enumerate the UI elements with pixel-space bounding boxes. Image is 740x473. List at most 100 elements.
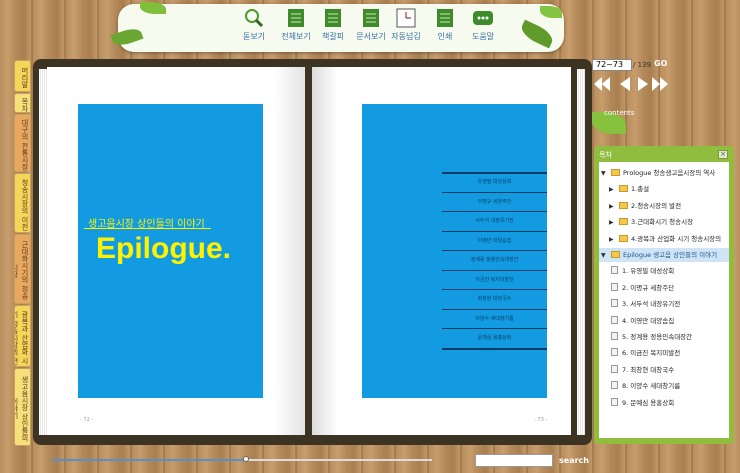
folder-icon	[611, 251, 620, 258]
toc-divider	[442, 250, 547, 251]
chapter-tab[interactable]: 근대화시기의 청송시장	[14, 234, 31, 304]
toc-divider	[442, 328, 547, 329]
folder-icon	[619, 201, 628, 209]
document-icon	[611, 332, 618, 340]
bookmark-button[interactable]: 책갈피	[312, 8, 354, 48]
tree-node-label: 2. 이명규 세창주단	[622, 283, 675, 292]
tree-folder-node[interactable]: ▼ Prologue 청송생고음시장의 역사	[601, 166, 715, 180]
tree-node-label: Prologue 청송생고음시장의 역사	[623, 169, 716, 177]
bookmark-icon	[322, 8, 344, 28]
toc-entry[interactable]: 문예심 용홍상회	[442, 334, 547, 341]
close-panel-button[interactable]: ×	[718, 150, 728, 159]
print-button[interactable]: 인쇄	[424, 8, 466, 48]
page-number-input[interactable]: 72~73	[592, 59, 632, 71]
left-page[interactable]: 생고음시장 상인들의 이야기 Epilogue. - 72 -	[47, 67, 305, 435]
toc-divider	[442, 191, 547, 193]
tree-document-node[interactable]: 5. 정계용 정용민속대장간	[611, 330, 692, 344]
toc-entry[interactable]: 서두석 내장유기전	[442, 217, 547, 224]
next-page-button[interactable]	[638, 77, 648, 91]
toolbar-button-label: 책갈피	[321, 32, 345, 41]
page-slider-fill	[52, 459, 246, 461]
document-icon	[611, 397, 618, 406]
toc-entry[interactable]: 이명규 세창주단	[442, 198, 547, 205]
toc-divider	[442, 211, 547, 212]
tree-node-label: 7. 최창현 대창국수	[622, 365, 675, 374]
toc-panel-title: 목차	[599, 151, 612, 159]
folder-icon	[619, 234, 628, 242]
document-icon	[611, 299, 618, 308]
toc-divider	[442, 289, 547, 290]
tree-folder-node[interactable]: ▼ Epilogue 생고음 상인들의 이야기	[599, 248, 729, 262]
toc-entry[interactable]: 정계용 정용민속대장간	[442, 256, 547, 263]
search-input[interactable]	[475, 454, 553, 467]
toc-entry[interactable]: 유영필 대성상회	[442, 178, 547, 185]
help-icon	[472, 8, 494, 28]
tree-node-label: 6. 이금진 복지미발전	[622, 349, 681, 358]
toc-entry[interactable]: 이양수 새대창기름	[442, 315, 547, 322]
toc-divider	[442, 230, 547, 232]
tree-node-label: 1. 유영필 대성상회	[622, 267, 675, 276]
toc-entry[interactable]: 최창현 대창국수	[442, 295, 547, 302]
collapsed-arrow-icon[interactable]: ▶	[609, 200, 619, 214]
collapsed-arrow-icon[interactable]: ▶	[609, 233, 619, 247]
page-edge-right	[577, 69, 585, 435]
magnifier-button[interactable]: 돋보기	[233, 8, 275, 48]
page-edge-left	[39, 69, 47, 435]
books-button[interactable]: 전체보기	[275, 8, 317, 48]
tree-node-label: 3.근대화시기 청송시장	[631, 218, 694, 227]
first-page-button[interactable]	[594, 77, 614, 91]
document-icon	[611, 364, 618, 373]
subtitle-underline	[84, 228, 211, 229]
expanded-arrow-icon[interactable]: ▼	[601, 167, 611, 181]
chapter-tab[interactable]: 청송시장의 이천	[14, 173, 31, 233]
document-icon	[611, 282, 618, 291]
toc-divider	[442, 269, 547, 271]
toolbar-button-label: 전체보기	[281, 32, 311, 41]
document-icon	[360, 8, 382, 28]
contents-label[interactable]: contents	[604, 109, 634, 117]
tree-document-node[interactable]: 2. 이명규 세창주단	[611, 281, 674, 295]
toc-entry[interactable]: 이영만 대양솜집	[442, 237, 547, 244]
tree-node-label: 3. 서두석 내장유기전	[622, 300, 681, 309]
page-slider-thumb[interactable]	[242, 456, 249, 462]
tree-folder-node[interactable]: ▶ 4.광복과 산업화 시기 청송시장의	[609, 232, 721, 246]
tree-document-node[interactable]: 3. 서두석 내장유기전	[611, 297, 680, 311]
tree-folder-node[interactable]: ▶ 3.근대화시기 청송시장	[609, 215, 693, 229]
tree-document-node[interactable]: 4. 이영만 대양솜집	[611, 314, 674, 328]
last-page-button[interactable]	[652, 77, 672, 91]
toc-divider	[442, 347, 547, 350]
tree-document-node[interactable]: 7. 최창현 대창국수	[611, 363, 674, 377]
prev-page-button[interactable]	[620, 77, 630, 91]
collapsed-arrow-icon[interactable]: ▶	[609, 216, 619, 230]
folder-icon	[619, 218, 628, 226]
tree-folder-node[interactable]: ▶ 1.총설	[609, 182, 649, 196]
go-button[interactable]: GO	[654, 59, 667, 68]
expanded-arrow-icon[interactable]: ▼	[601, 249, 611, 263]
toc-entry[interactable]: 이금진 복지미발전	[442, 276, 547, 283]
toc-tree-panel: 목차 × ▼ Prologue 청송생고음시장의 역사 ▶ 1.총설 ▶ 2.청송시장의 …	[594, 146, 734, 444]
document-icon	[611, 266, 618, 275]
right-page[interactable]: 유영필 대성상회이명규 세창주단서두석 내장유기전이영만 대양솜집정계용 정용민…	[312, 67, 571, 435]
collapsed-arrow-icon[interactable]: ▶	[609, 183, 619, 197]
toolbar-button-label: 인쇄	[437, 32, 453, 41]
document-icon	[611, 348, 618, 357]
chapter-tab[interactable]: 목차	[14, 93, 31, 113]
tree-document-node[interactable]: 8. 이양수 새대창기름	[611, 379, 680, 393]
tree-document-node[interactable]: 1. 유영필 대성상회	[611, 264, 674, 278]
chapter-tab[interactable]: 머리말	[14, 60, 31, 92]
tree-node-label: Epilogue 생고음 상인들의 이야기	[623, 251, 718, 259]
toc-tree: ▼ Prologue 청송생고음시장의 역사 ▶ 1.총설 ▶ 2.청송시장의 발전 ▶ 3.…	[599, 162, 729, 438]
clock-button[interactable]: 자동넘김	[385, 8, 427, 48]
tree-folder-node[interactable]: ▶ 2.청송시장의 발전	[609, 199, 681, 213]
document-icon	[611, 381, 618, 390]
search-button[interactable]: search	[559, 456, 589, 465]
tree-document-node[interactable]: 6. 이금진 복지미발전	[611, 346, 680, 360]
page-number-right: - 73 -	[534, 417, 548, 423]
chapter-tab[interactable]: 대구의 전통시장	[14, 114, 31, 172]
chapter-tab[interactable]: 광복과 산업화 시기 청송시장의 현재	[14, 305, 31, 367]
document-icon	[611, 315, 618, 324]
tree-node-label: 4. 이영만 대양솜집	[622, 316, 675, 325]
help-button[interactable]: 도움말	[462, 8, 504, 48]
tree-document-node[interactable]: 9. 문예심 용홍상회	[611, 396, 674, 410]
chapter-tab[interactable]: 생고음시장 상인들의 이야기	[14, 368, 31, 446]
